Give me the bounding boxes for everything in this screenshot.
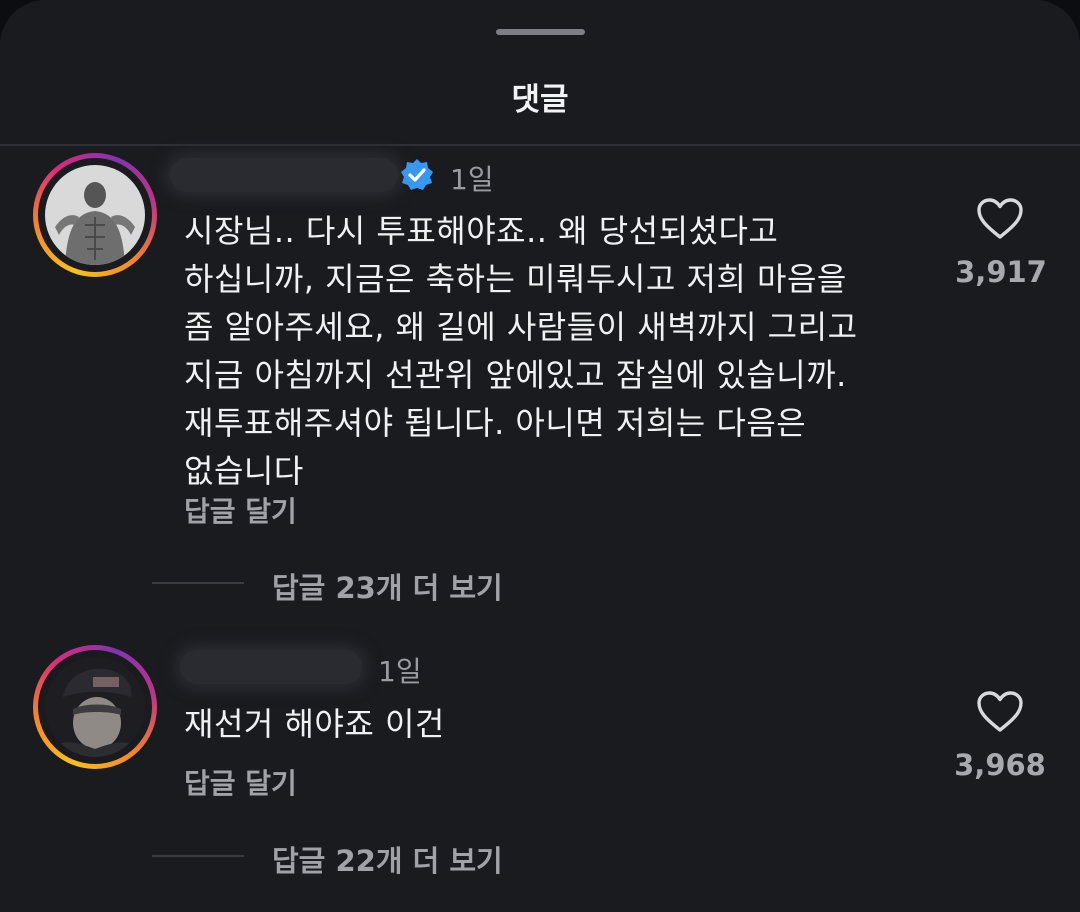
username[interactable] bbox=[170, 158, 398, 192]
comment-time: 1일 bbox=[378, 655, 422, 688]
avatar-photo bbox=[45, 657, 145, 757]
avatar[interactable] bbox=[33, 645, 157, 769]
view-more-replies-button[interactable]: 답글 23개 더 보기 bbox=[272, 565, 503, 607]
heart-icon[interactable] bbox=[976, 197, 1024, 241]
view-more-replies-button[interactable]: 답글 22개 더 보기 bbox=[272, 838, 503, 880]
reply-button[interactable]: 답글 달기 bbox=[184, 490, 297, 530]
sheet-title: 댓글 bbox=[511, 82, 569, 118]
reply-button[interactable]: 답글 달기 bbox=[184, 762, 297, 802]
replies-divider bbox=[152, 855, 244, 857]
avatar-photo bbox=[45, 165, 145, 265]
comments-sheet: 댓글 1일 시장님.. 다시 투표해야죠.. 왜 당선되셨다고 하십니까, 지금… bbox=[0, 0, 1080, 912]
comment-time: 1일 bbox=[450, 163, 494, 196]
drag-handle[interactable] bbox=[496, 29, 585, 35]
like-count: 3,968 bbox=[954, 748, 1046, 782]
heart-icon[interactable] bbox=[976, 690, 1024, 734]
comment-text: 재선거 해야죠 이건 bbox=[184, 705, 445, 743]
comment-text: 시장님.. 다시 투표해야죠.. 왜 당선되셨다고 하십니까, 지금은 축하는 … bbox=[184, 212, 858, 490]
avatar[interactable] bbox=[33, 153, 157, 277]
header-divider bbox=[0, 144, 1080, 146]
replies-divider bbox=[152, 582, 244, 584]
verified-badge-icon bbox=[401, 159, 433, 190]
username[interactable] bbox=[180, 650, 362, 684]
like-count: 3,917 bbox=[955, 255, 1047, 289]
